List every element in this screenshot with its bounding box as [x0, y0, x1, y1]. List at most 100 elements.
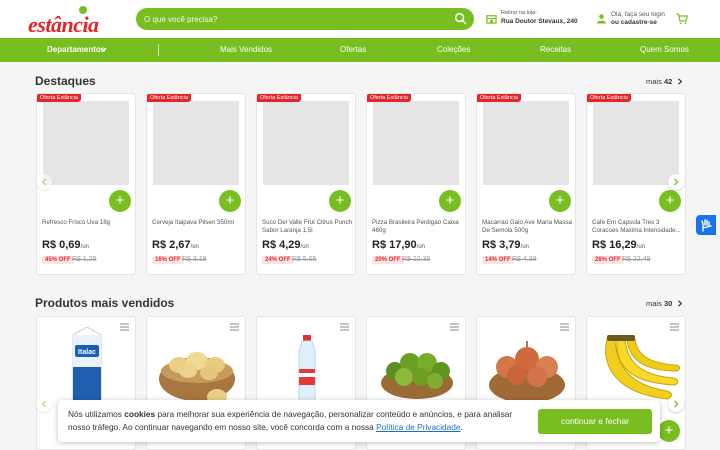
carousel-prev-button[interactable]	[36, 174, 52, 190]
login-link[interactable]: Olá, faça seu login ou cadastre-se	[596, 9, 666, 31]
old-price: R$ 3,19	[182, 256, 207, 263]
cookie-banner: Nós utilizamos cookies para melhorar sua…	[58, 400, 660, 442]
list-icon[interactable]	[560, 323, 569, 331]
potato-basket-image	[159, 352, 235, 405]
product-image[interactable]	[153, 101, 239, 185]
product-name[interactable]: Pizza Brasileira Perdigao Caixa 460g	[372, 219, 462, 234]
product-name[interactable]: Cerveja Itaipava Pilsen 350ml	[152, 219, 242, 227]
best-sellers-title: Produtos mais vendidos	[35, 296, 175, 310]
price-value: R$ 4,29	[262, 239, 301, 251]
price-unit: /un	[300, 244, 309, 250]
old-price: R$ 22,49	[622, 256, 651, 263]
chevron-left-icon	[41, 178, 46, 186]
carousel-next-button[interactable]	[668, 174, 684, 190]
chevron-down-icon[interactable]	[100, 46, 107, 53]
product-name[interactable]: Suco Del Valle Frut Citrus Punch Sabor L…	[262, 219, 352, 234]
accessibility-button[interactable]	[696, 215, 716, 235]
list-icon[interactable]	[450, 323, 459, 331]
old-price: R$ 1,25	[72, 256, 97, 263]
product-name[interactable]: Cafe Em Capsula Tres 3 Coracoes Maxima I…	[592, 219, 682, 234]
price-unit: /un	[520, 244, 529, 250]
accept-cookies-button[interactable]: continuar e fechar	[538, 409, 652, 434]
price-value: R$ 0,69	[42, 239, 81, 251]
nav-item-receitas[interactable]: Receitas	[540, 45, 571, 54]
search-input[interactable]	[144, 11, 444, 27]
nav-item-colecoes[interactable]: Coleções	[437, 45, 470, 54]
product-name[interactable]: Macarrao Galo Ave Maria Massa De Semola …	[482, 219, 572, 234]
product-price: R$ 17,90/un	[372, 239, 425, 251]
price-unit: /un	[190, 244, 199, 250]
offer-badge: Oferta Estância	[37, 94, 81, 102]
nav-item-quem-somos[interactable]: Quem Somos	[640, 45, 689, 54]
add-to-cart-button[interactable]: +	[219, 190, 241, 212]
add-to-cart-button[interactable]: +	[109, 190, 131, 212]
price-unit: /un	[416, 244, 425, 250]
carousel-next-button[interactable]	[668, 396, 684, 412]
privacy-policy-link[interactable]: Política de Privacidade	[376, 422, 460, 432]
price-value: R$ 3,79	[482, 239, 521, 251]
add-to-cart-button[interactable]: +	[439, 190, 461, 212]
cookie-text: Nós utilizamos cookies para melhorar sua…	[68, 408, 523, 433]
store-address: Rua Doutor Stevaux, 240	[501, 18, 578, 25]
search-bar	[136, 8, 474, 30]
cookie-text-start: Nós utilizamos	[68, 409, 125, 419]
old-price: R$ 5,65	[292, 256, 317, 263]
banana-image	[605, 335, 680, 400]
product-image[interactable]	[373, 101, 459, 185]
list-icon[interactable]	[670, 323, 679, 331]
offer-badge: Oferta Estância	[147, 94, 191, 102]
old-price: R$ 22,35	[402, 256, 431, 263]
nav-item-mais-vendidos[interactable]: Mais Vendidos	[220, 45, 272, 54]
product-price: R$ 0,69/un	[42, 239, 89, 251]
list-icon[interactable]	[120, 323, 129, 331]
offer-badge: Oferta Estância	[367, 94, 411, 102]
add-to-cart-button[interactable]: +	[658, 420, 680, 442]
carousel-prev-button[interactable]	[36, 396, 52, 412]
price-unit: /un	[80, 244, 89, 250]
product-card[interactable]: Oferta Estância + Cerveja Itaipava Pilsen …	[146, 93, 246, 275]
best-sellers-more-link[interactable]: mais 30	[646, 299, 672, 308]
logo-text: estância	[28, 12, 99, 37]
login-greeting: Olá, faça seu login	[611, 11, 665, 18]
cookie-period: .	[460, 421, 463, 432]
product-card[interactable]: Oferta Estância + Suco Del Valle Frut Citr…	[256, 93, 356, 275]
product-price: R$ 2,67/un	[152, 239, 199, 251]
header: estância Retirar na loja: Rua Doutor Ste…	[0, 0, 720, 38]
product-card[interactable]: Oferta Estância + Pizza Brasileira Perdiga…	[366, 93, 466, 275]
store-selector[interactable]: Retirar na loja: Rua Doutor Stevaux, 240	[486, 9, 578, 31]
add-to-cart-button[interactable]: +	[659, 190, 681, 212]
chevron-right-icon	[674, 400, 679, 408]
orange-basket-image	[381, 353, 453, 399]
product-name[interactable]: Refresco Frisco Uva 18g	[42, 219, 132, 227]
store-icon	[486, 15, 497, 24]
discount-badge: 45% OFF	[42, 256, 74, 264]
offer-badge: Oferta Estância	[257, 94, 301, 102]
logo[interactable]: estância	[28, 6, 110, 37]
add-to-cart-button[interactable]: +	[329, 190, 351, 212]
product-image[interactable]	[483, 101, 569, 185]
departments-menu[interactable]: Departamentos	[47, 45, 105, 54]
discount-badge: 28% OFF	[592, 256, 624, 264]
search-icon[interactable]	[454, 12, 467, 25]
add-to-cart-button[interactable]: +	[549, 190, 571, 212]
list-icon[interactable]	[230, 323, 239, 331]
product-price: R$ 3,79/un	[482, 239, 529, 251]
product-image[interactable]	[43, 101, 129, 185]
chevron-left-icon	[41, 400, 46, 408]
offer-badge: Oferta Estância	[587, 94, 631, 102]
product-image[interactable]	[263, 101, 349, 185]
chevron-right-icon[interactable]	[677, 300, 683, 307]
highlights-more-link[interactable]: mais 42	[646, 77, 672, 86]
product-card[interactable]: Oferta Estância + Macarrao Galo Ave Maria …	[476, 93, 576, 275]
list-icon[interactable]	[340, 323, 349, 331]
logo-dot	[79, 6, 87, 14]
more-label: mais	[646, 299, 662, 308]
nav-item-ofertas[interactable]: Ofertas	[340, 45, 366, 54]
product-image[interactable]	[593, 101, 679, 185]
discount-badge: 24% OFF	[262, 256, 294, 264]
cart-icon[interactable]	[676, 13, 688, 25]
price-unit: /un	[636, 244, 645, 250]
chevron-right-icon[interactable]	[677, 78, 683, 85]
product-price: R$ 16,29/un	[592, 239, 645, 251]
login-register: ou cadastre-se	[611, 19, 657, 26]
